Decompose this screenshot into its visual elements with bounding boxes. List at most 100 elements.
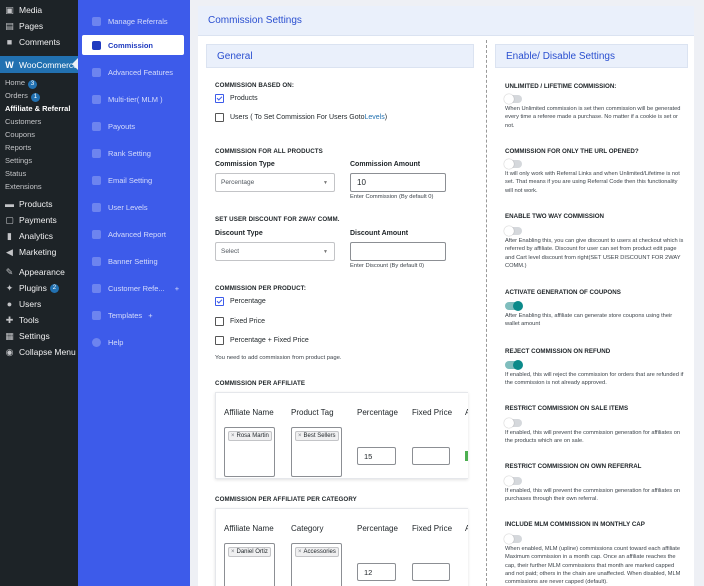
pages-icon: ▤: [5, 20, 14, 31]
affiliate-tag[interactable]: × Daniel Ortiz: [228, 547, 271, 557]
nav-customer-referral[interactable]: Customer Refe... +: [78, 275, 190, 302]
option-users[interactable]: Users ( To Set Commission For Users Goto…: [215, 113, 387, 122]
coupons-toggle[interactable]: [505, 301, 523, 311]
payouts-icon: [92, 122, 101, 131]
menu-products[interactable]: ▬ Products: [0, 196, 78, 212]
menu-appearance[interactable]: ✎ Appearance: [0, 264, 78, 280]
menu-marketing[interactable]: ◀ Marketing: [0, 244, 78, 260]
menu-pages[interactable]: ▤ Pages: [0, 18, 78, 34]
menu-settings[interactable]: ▦ Settings: [0, 328, 78, 344]
submenu-orders[interactable]: Orders 1: [0, 89, 78, 102]
option-percentage-fixed[interactable]: Percentage + Fixed Price: [215, 336, 309, 345]
commission-amount-input[interactable]: 10: [350, 173, 446, 192]
submenu-customers[interactable]: Customers: [0, 115, 78, 128]
affiliate-tag[interactable]: × Rosa Martin: [228, 431, 272, 441]
menu-collapse[interactable]: ◉ Collapse Menu: [0, 344, 78, 360]
nav-advanced-features[interactable]: Advanced Features: [78, 59, 190, 86]
users-checkbox[interactable]: [215, 113, 224, 122]
two-way-commission-toggle[interactable]: [504, 226, 522, 236]
toggle-knob: [504, 476, 514, 486]
option-fixed-price[interactable]: Fixed Price: [215, 317, 265, 326]
toggle-knob: [513, 301, 523, 311]
products-checkbox[interactable]: [215, 94, 224, 103]
restrict-sale-items-toggle[interactable]: [504, 418, 522, 428]
fixed-price-checkbox[interactable]: [215, 317, 224, 326]
per-affiliate-title: COMMISSION PER AFFILIATE: [215, 380, 306, 387]
nav-multi-tier[interactable]: Multi-tier( MLM ): [78, 86, 190, 113]
user-discount-title: SET USER DISCOUNT FOR 2WAY COMM.: [215, 216, 340, 223]
comments-icon: ■: [6, 37, 13, 47]
remove-tag-icon[interactable]: ×: [298, 433, 302, 439]
option-products[interactable]: Products: [215, 94, 258, 103]
reject-on-refund-toggle[interactable]: [505, 360, 523, 370]
all-products-title: COMMISSION FOR ALL PRODUCTS: [215, 148, 323, 155]
nav-advanced-report[interactable]: Advanced Report: [78, 221, 190, 248]
nav-rank-setting[interactable]: Rank Setting: [78, 140, 190, 167]
customer-icon: [92, 284, 101, 293]
percentage-checkbox[interactable]: [215, 297, 224, 306]
remove-tag-icon[interactable]: ×: [231, 549, 235, 555]
menu-comments[interactable]: ■ Comments: [0, 34, 78, 50]
affiliate-percentage-input[interactable]: 15: [357, 447, 396, 465]
nav-email-setting[interactable]: Email Setting: [78, 167, 190, 194]
nav-manage-referrals[interactable]: Manage Referrals: [78, 8, 190, 35]
submenu-home[interactable]: Home 3: [0, 76, 78, 89]
discount-amount-input[interactable]: [350, 242, 446, 261]
nav-commission[interactable]: Commission: [82, 35, 184, 55]
submenu-coupons[interactable]: Coupons: [0, 128, 78, 141]
col-product-tag: Product Tag: [291, 408, 334, 417]
affiliate-fixed-price-input[interactable]: [412, 447, 450, 465]
category-fixed-price-input[interactable]: [412, 563, 450, 581]
menu-tools[interactable]: ✚ Tools: [0, 312, 78, 328]
setting-description: If enabled, this will prevent the commis…: [505, 488, 681, 503]
category-percentage-input[interactable]: 12: [357, 563, 396, 581]
toggle-knob: [504, 418, 514, 428]
url-opened-toggle[interactable]: [504, 159, 522, 169]
commission-amount-label: Commission Amount: [350, 161, 421, 168]
option-percentage[interactable]: Percentage: [215, 297, 266, 306]
nav-help[interactable]: Help: [78, 329, 190, 356]
submenu-settings[interactable]: Settings: [0, 154, 78, 167]
product-tag[interactable]: × Best Sellers: [295, 431, 339, 441]
affiliate-select[interactable]: × Rosa Martin: [224, 427, 275, 477]
menu-woocommerce[interactable]: W WooCommerce: [0, 56, 78, 73]
banner-icon: [92, 257, 101, 266]
nav-templates[interactable]: Templates +: [78, 302, 190, 329]
submenu-affiliate-referral[interactable]: Affiliate & Referral: [0, 102, 78, 115]
product-tag-select[interactable]: × Best Sellers: [291, 427, 342, 477]
discount-type-select[interactable]: Select ▼: [215, 242, 335, 261]
setting-description: After Enabling this, you can give discou…: [505, 238, 684, 269]
menu-analytics[interactable]: ▮ Analytics: [0, 228, 78, 244]
affiliate-select[interactable]: × Daniel Ortiz: [224, 543, 275, 586]
mlm-monthly-cap-toggle[interactable]: [504, 534, 522, 544]
plugins-badge: 2: [49, 283, 59, 293]
enable-disable-header: Enable/ Disable Settings: [495, 44, 688, 68]
commission-type-select[interactable]: Percentage ▼: [215, 173, 335, 192]
unlimited-commission-toggle[interactable]: [504, 94, 522, 104]
submenu-reports[interactable]: Reports: [0, 141, 78, 154]
setting-description: When enabled, MLM (upline) commissions c…: [505, 546, 681, 586]
category-select[interactable]: × Accessories: [291, 543, 342, 586]
discount-type-label: Discount Type: [215, 230, 263, 237]
restrict-own-referral-toggle[interactable]: [504, 476, 522, 486]
category-tag[interactable]: × Accessories: [295, 547, 339, 557]
add-row-button[interactable]: [465, 451, 468, 461]
setting-description: It will only work with Referral Links an…: [505, 171, 680, 194]
menu-users[interactable]: ● Users: [0, 296, 78, 312]
products-icon: ▬: [5, 199, 14, 209]
remove-tag-icon[interactable]: ×: [298, 549, 302, 555]
percentage-fixed-checkbox[interactable]: [215, 336, 224, 345]
home-badge: 3: [28, 80, 38, 89]
menu-plugins[interactable]: ✦ Plugins 2: [0, 280, 78, 296]
menu-payments[interactable]: ▢ Payments: [0, 212, 78, 228]
nav-banner-setting[interactable]: Banner Setting: [78, 248, 190, 275]
setting-title: INCLUDE MLM COMMISSION IN MONTHLY CAP: [505, 521, 645, 528]
remove-tag-icon[interactable]: ×: [231, 433, 235, 439]
menu-media[interactable]: ▣ Media: [0, 2, 78, 18]
submenu-extensions[interactable]: Extensions: [0, 180, 78, 193]
toggle-knob: [513, 360, 523, 370]
levels-link[interactable]: Levels: [364, 114, 384, 121]
nav-payouts[interactable]: Payouts: [78, 113, 190, 140]
nav-user-levels[interactable]: User Levels: [78, 194, 190, 221]
submenu-status[interactable]: Status: [0, 167, 78, 180]
